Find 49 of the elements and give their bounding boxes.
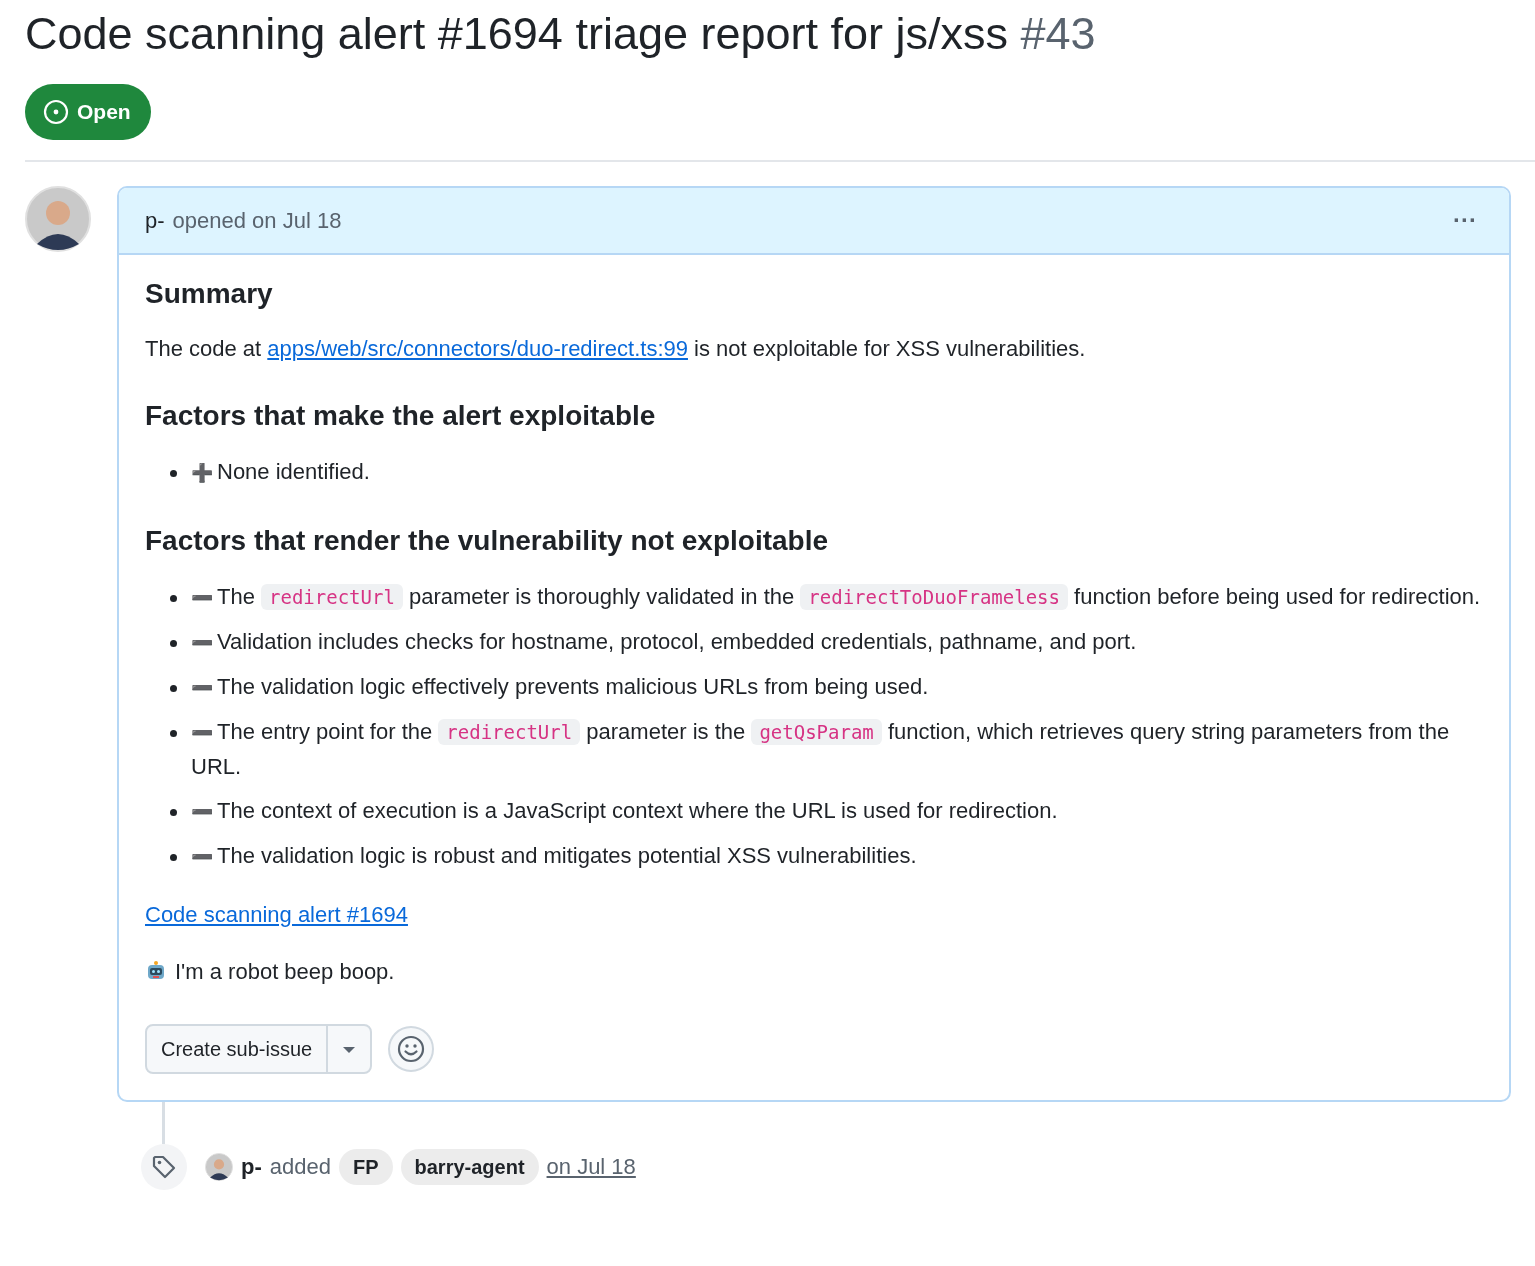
robot-note: I'm a robot beep boop. xyxy=(175,957,395,986)
marker: ➖ xyxy=(191,846,213,867)
inline-code: redirectUrl xyxy=(438,718,581,745)
section-heading: Summary xyxy=(145,276,274,311)
list-item-text: ➖ The validation logic is robust and mitigates potential XSS vulnerabilities. xyxy=(191,841,917,870)
issue-number: #43 xyxy=(1020,8,1096,59)
file-link[interactable]: apps/web/src/connectors/duo-redirect.ts:99 xyxy=(267,336,688,362)
marker: ➖ xyxy=(191,801,213,822)
label-tag[interactable]: FP xyxy=(338,1148,393,1185)
smiley-icon xyxy=(397,1034,426,1063)
list-item-text: ➖ The context of execution is a JavaScript context where the URL is used for redirection. xyxy=(191,796,1058,825)
label-tag[interactable]: barry-agent xyxy=(400,1148,539,1185)
marker: ➖ xyxy=(191,677,213,698)
section-heading: Factors that make the alert exploitable xyxy=(145,399,657,433)
event-action: added xyxy=(269,1153,331,1182)
bullet-dot xyxy=(170,594,177,602)
list-item-text: ➖ The entry point for the redirectUrl parameter is the getQsParam function, which retrieves query string parameters from the URL. xyxy=(191,717,1451,781)
author-name[interactable]: p- xyxy=(145,203,165,237)
marker: ➖ xyxy=(191,587,213,608)
bullet-dot xyxy=(170,853,177,861)
caret-icon xyxy=(342,1046,357,1055)
section-heading: Factors that render the vulnerability not exploitable xyxy=(145,523,830,558)
event-timestamp-link[interactable]: on Jul 18 xyxy=(546,1150,636,1184)
bullet-dot xyxy=(170,469,177,477)
list-item-text: ➖ The validation logic effectively prevents malicious URLs from being used. xyxy=(191,672,929,701)
avatar[interactable] xyxy=(25,185,91,252)
list-item-text: ➖ The redirectUrl parameter is thoroughly validated in the redirectToDuoFrameless function before being used for redirection. xyxy=(191,582,1481,612)
summary-text: The code at apps/web/src/connectors/duo-redirect.ts:99 is not exploitable for XSS vulnerabilities. xyxy=(145,335,1087,364)
inline-code: redirectUrl xyxy=(261,583,403,610)
list-item-text: ➕ None identified. xyxy=(191,457,370,486)
bullet-dot xyxy=(170,639,177,647)
marker: ➖ xyxy=(191,632,213,653)
comment-timestamp: opened on Jul 18 xyxy=(172,206,342,235)
issue-title: Code scanning alert #1694 triage report for js/xss xyxy=(25,8,1009,59)
list-item-text: ➖ Validation includes checks for hostname, protocol, embedded credentials, pathname, and port. xyxy=(191,627,1137,656)
alert-link[interactable]: Code scanning alert #1694 xyxy=(145,901,408,927)
marker: ➖ xyxy=(191,722,213,743)
inline-code: getQsParam xyxy=(751,718,882,745)
inline-code: redirectToDuoFrameless xyxy=(800,583,1068,610)
more-options-button[interactable]: ··· xyxy=(1447,207,1483,234)
author-name[interactable]: p- xyxy=(241,1150,262,1184)
tag-icon xyxy=(151,1153,177,1180)
status-badge: Open xyxy=(25,84,151,140)
bullet-dot xyxy=(170,684,177,692)
bullet-dot xyxy=(170,729,177,737)
marker: ➕ xyxy=(191,462,213,483)
avatar[interactable] xyxy=(205,1152,233,1181)
open-issue-icon xyxy=(43,99,69,125)
bullet-dot xyxy=(170,808,177,816)
